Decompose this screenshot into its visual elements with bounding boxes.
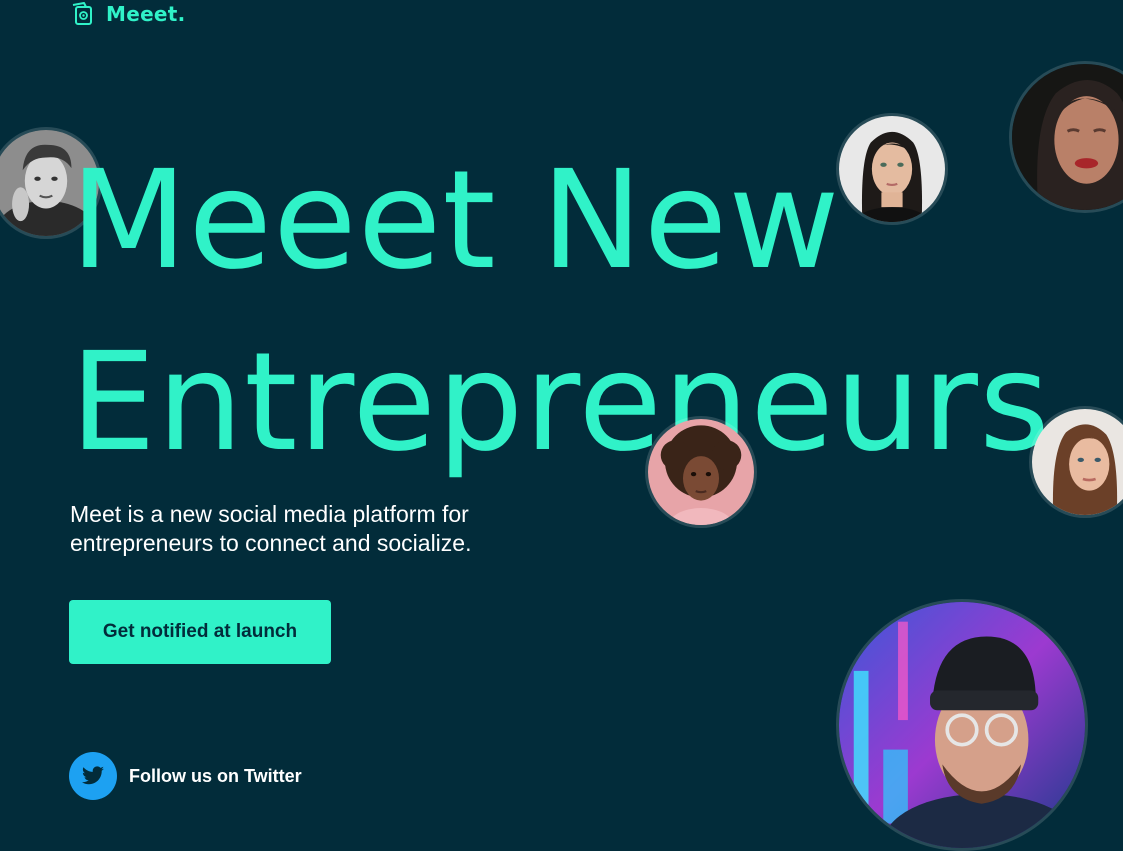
get-notified-button[interactable]: Get notified at launch	[69, 600, 331, 664]
brand-name: Meeet.	[106, 2, 186, 26]
hero-title-line2: Entrepreneurs	[70, 324, 1051, 482]
brand-logo[interactable]: Meeet.	[70, 0, 186, 28]
twitter-icon	[69, 752, 117, 800]
avatar-woman-brown-hair	[1029, 406, 1123, 518]
avatar-girl-curly-hair	[645, 416, 757, 528]
hero-subtitle: Meet is a new social media platform for …	[70, 501, 472, 556]
twitter-follow-label: Follow us on Twitter	[129, 765, 302, 786]
avatar-man-beanie-neon	[836, 599, 1088, 851]
meeet-logo-icon	[70, 1, 96, 27]
avatar-woman-dark-hair	[836, 113, 948, 225]
twitter-follow-link[interactable]: Follow us on Twitter	[69, 752, 302, 800]
